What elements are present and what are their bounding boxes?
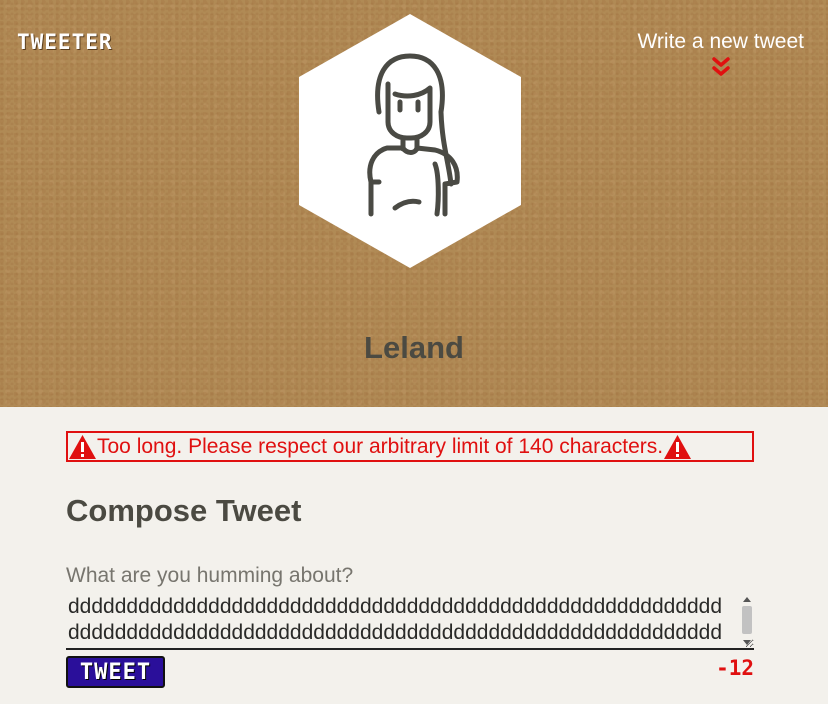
error-message: Too long. Please respect our arbitrary l…	[97, 434, 664, 458]
write-new-tweet-link[interactable]: Write a new tweet	[637, 30, 804, 78]
scroll-thumb[interactable]	[742, 606, 752, 634]
error-banner: Too long. Please respect our arbitrary l…	[66, 431, 754, 462]
textarea-scrollbar[interactable]	[740, 596, 754, 646]
scroll-down-arrow-icon[interactable]	[743, 640, 751, 645]
tweet-button[interactable]: TWEET	[66, 656, 165, 688]
character-counter: -12	[716, 656, 754, 680]
warning-triangle-icon	[69, 434, 96, 459]
scroll-up-arrow-icon[interactable]	[743, 597, 751, 602]
warning-triangle-icon	[664, 434, 692, 459]
avatar	[299, 14, 521, 268]
profile-username: Leland	[364, 330, 464, 365]
double-chevron-down-icon[interactable]	[711, 56, 730, 78]
write-new-tweet-label: Write a new tweet	[637, 30, 804, 53]
brand-logo[interactable]: TWEETER	[17, 30, 113, 54]
profile-header: TWEETER Write a new tweet Leland	[0, 0, 828, 407]
tweet-textarea[interactable]: dddddddddddddddddddddddddddddddddddddddd…	[66, 594, 754, 650]
compose-title: Compose Tweet	[66, 493, 302, 528]
tweet-input-label: What are you humming about?	[66, 564, 354, 587]
